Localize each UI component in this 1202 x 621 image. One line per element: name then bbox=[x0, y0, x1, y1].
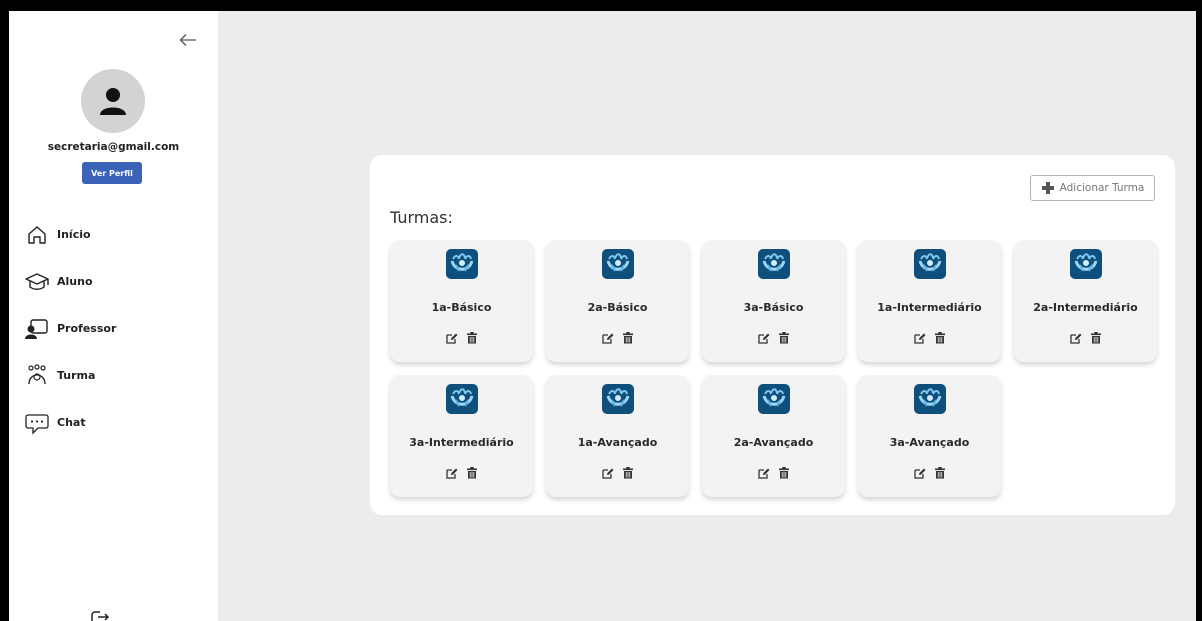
trash-icon[interactable] bbox=[466, 467, 478, 479]
page-title: Turmas: bbox=[390, 208, 453, 227]
back-arrow-icon[interactable] bbox=[177, 29, 199, 51]
class-name: 2a-Avançado bbox=[733, 436, 814, 449]
classes-panel: Adicionar Turma Turmas: 1a-Básico 2a-Bás… bbox=[370, 155, 1175, 515]
edit-icon[interactable] bbox=[601, 332, 614, 344]
class-card[interactable]: 1a-Intermediário bbox=[858, 240, 1001, 362]
class-name: 1a-Avançado bbox=[577, 436, 658, 449]
class-name: 2a-Intermediário bbox=[1033, 301, 1138, 314]
class-name: 3a-Avançado bbox=[889, 436, 970, 449]
class-logo-icon bbox=[446, 249, 478, 279]
class-name: 1a-Básico bbox=[431, 301, 492, 314]
sidebar-item-label: Aluno bbox=[57, 275, 93, 288]
edit-icon[interactable] bbox=[913, 332, 926, 344]
class-logo-icon bbox=[446, 384, 478, 414]
trash-icon[interactable] bbox=[778, 332, 790, 344]
add-class-label: Adicionar Turma bbox=[1059, 182, 1145, 194]
trash-icon[interactable] bbox=[1090, 332, 1102, 344]
class-name: 3a-Intermediário bbox=[409, 436, 514, 449]
sidebar-item-label: Turma bbox=[57, 369, 96, 382]
home-icon bbox=[25, 223, 49, 247]
sidebar-item-label: Início bbox=[57, 228, 91, 241]
plus-icon bbox=[1041, 182, 1054, 194]
edit-icon[interactable] bbox=[1069, 332, 1082, 344]
class-logo-icon bbox=[1070, 249, 1102, 279]
class-card[interactable]: 2a-Intermediário bbox=[1014, 240, 1157, 362]
trash-icon[interactable] bbox=[934, 467, 946, 479]
class-logo-icon bbox=[602, 249, 634, 279]
class-actions bbox=[702, 332, 845, 344]
class-logo-icon bbox=[758, 249, 790, 279]
app-window: secretaria@gmail.com Ver Perfil Início A… bbox=[9, 11, 1196, 621]
classes-grid: 1a-Básico 2a-Básico 3a-Básico 1a-Interme… bbox=[390, 240, 1157, 497]
class-actions bbox=[858, 467, 1001, 479]
class-logo-icon bbox=[602, 384, 634, 414]
class-actions bbox=[1014, 332, 1157, 344]
user-email: secretaria@gmail.com bbox=[47, 141, 180, 153]
trash-icon[interactable] bbox=[778, 467, 790, 479]
class-actions bbox=[390, 467, 533, 479]
sidebar-item-professor[interactable]: Professor bbox=[25, 305, 116, 352]
teacher-board-icon bbox=[25, 317, 49, 341]
class-card[interactable]: 3a-Intermediário bbox=[390, 375, 533, 497]
sidebar-item-label: Chat bbox=[57, 416, 86, 429]
class-card[interactable]: 3a-Básico bbox=[702, 240, 845, 362]
edit-icon[interactable] bbox=[601, 467, 614, 479]
add-class-button[interactable]: Adicionar Turma bbox=[1030, 175, 1155, 201]
sidebar-item-turma[interactable]: Turma bbox=[25, 352, 116, 399]
class-actions bbox=[390, 332, 533, 344]
class-actions bbox=[546, 467, 689, 479]
class-name: 3a-Básico bbox=[743, 301, 804, 314]
trash-icon[interactable] bbox=[622, 332, 634, 344]
avatar bbox=[81, 69, 145, 133]
sidebar-item-aluno[interactable]: Aluno bbox=[25, 258, 116, 305]
edit-icon[interactable] bbox=[757, 332, 770, 344]
edit-icon[interactable] bbox=[445, 467, 458, 479]
sidebar-item-inicio[interactable]: Início bbox=[25, 211, 116, 258]
group-icon bbox=[25, 363, 49, 388]
class-card[interactable]: 1a-Básico bbox=[390, 240, 533, 362]
trash-icon[interactable] bbox=[934, 332, 946, 344]
logout-icon[interactable] bbox=[86, 608, 116, 621]
class-actions bbox=[702, 467, 845, 479]
trash-icon[interactable] bbox=[622, 467, 634, 479]
edit-icon[interactable] bbox=[445, 332, 458, 344]
class-actions bbox=[858, 332, 1001, 344]
class-card[interactable]: 2a-Avançado bbox=[702, 375, 845, 497]
sidebar-nav: Início Aluno Professor Turma Chat bbox=[25, 211, 116, 446]
class-card[interactable]: 1a-Avançado bbox=[546, 375, 689, 497]
chat-icon bbox=[25, 411, 49, 435]
sidebar: secretaria@gmail.com Ver Perfil Início A… bbox=[9, 11, 218, 621]
class-name: 1a-Intermediário bbox=[877, 301, 982, 314]
class-card[interactable]: 2a-Básico bbox=[546, 240, 689, 362]
class-card[interactable]: 3a-Avançado bbox=[858, 375, 1001, 497]
class-logo-icon bbox=[914, 249, 946, 279]
sidebar-item-chat[interactable]: Chat bbox=[25, 399, 116, 446]
class-actions bbox=[546, 332, 689, 344]
view-profile-button[interactable]: Ver Perfil bbox=[82, 162, 142, 184]
sidebar-item-label: Professor bbox=[57, 322, 117, 335]
graduation-cap-icon bbox=[25, 270, 49, 294]
class-logo-icon bbox=[914, 384, 946, 414]
class-name: 2a-Básico bbox=[587, 301, 648, 314]
trash-icon[interactable] bbox=[466, 332, 478, 344]
edit-icon[interactable] bbox=[757, 467, 770, 479]
edit-icon[interactable] bbox=[913, 467, 926, 479]
user-icon bbox=[100, 88, 126, 115]
class-logo-icon bbox=[758, 384, 790, 414]
